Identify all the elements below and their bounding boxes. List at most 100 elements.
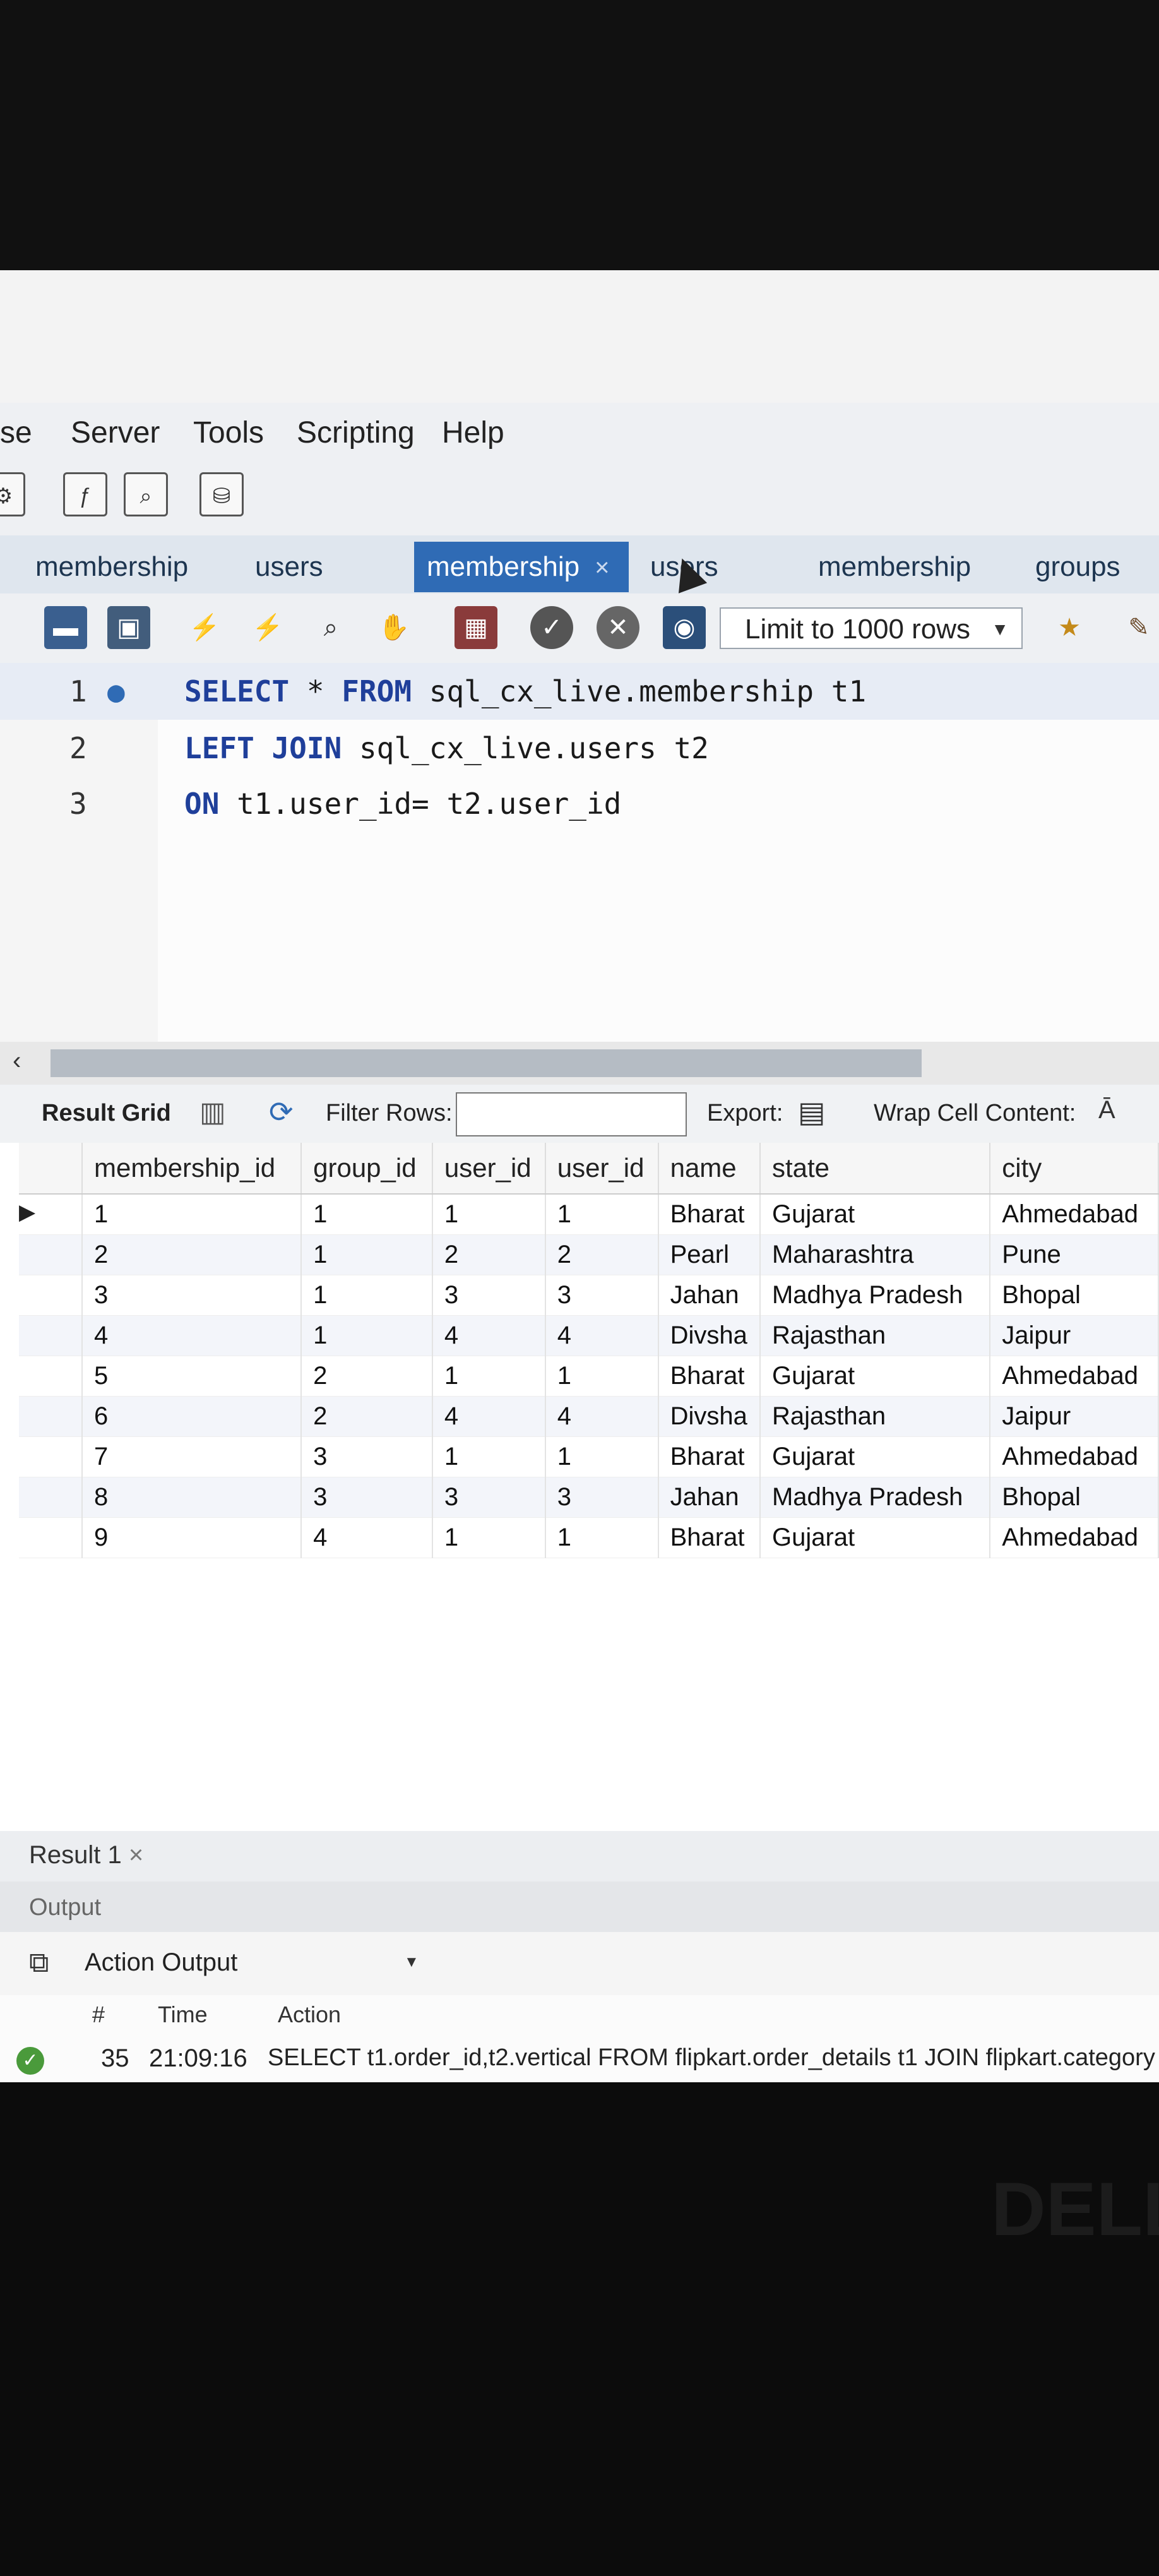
grid-cell[interactable]: 4 [82,1315,302,1356]
grid-cell[interactable]: 1 [545,1356,659,1397]
save-icon[interactable]: ▣ [107,606,150,649]
grid-cell[interactable]: 1 [301,1234,433,1275]
grid-cell[interactable]: Bharat [658,1436,761,1477]
grid-cell[interactable]: Jahan [658,1275,761,1316]
wrap-cell-icon[interactable]: Ā [1098,1096,1115,1124]
column-header[interactable]: user_id [432,1143,546,1195]
column-header[interactable]: name [658,1143,761,1195]
action-output-select[interactable]: Action Output [85,1948,237,1977]
table-row[interactable]: 2 1 2 2 Pearl Maharashtra Pune [19,1234,1159,1275]
limit-rows-select[interactable]: Limit to 1000 rows ▼ [720,607,1023,649]
filter-rows-input[interactable] [456,1092,687,1136]
grid-cell[interactable]: Rajasthan [759,1396,991,1437]
chevron-down-icon[interactable]: ▼ [404,1953,419,1971]
grid-cell[interactable]: 1 [545,1517,659,1558]
grid-cell[interactable]: Bhopal [990,1477,1159,1518]
grid-cell[interactable]: 2 [301,1356,433,1397]
explain-icon[interactable]: ⌕ [309,606,352,649]
grid-cell[interactable]: 3 [545,1477,659,1518]
inspector-icon[interactable]: ⌕ [124,472,168,516]
row-marker[interactable] [19,1194,83,1235]
tab-close-icon[interactable]: × [595,554,609,581]
grid-cell[interactable]: 4 [301,1517,433,1558]
grid-cell[interactable]: Gujarat [759,1436,991,1477]
row-marker[interactable] [19,1275,83,1316]
grid-cell[interactable]: 8 [82,1477,302,1518]
execute-icon[interactable]: ⚡ [183,606,226,649]
row-marker[interactable] [19,1315,83,1356]
export-icon[interactable]: ▤ [798,1095,825,1129]
tab-membership-1[interactable]: membership [23,542,201,592]
toggle-icon[interactable]: ▦ [455,606,497,649]
grid-cell[interactable]: 3 [301,1477,433,1518]
grid-cell[interactable]: Ahmedabad [990,1356,1159,1397]
grid-cell[interactable]: 1 [545,1436,659,1477]
grid-cell[interactable]: 5 [82,1356,302,1397]
menu-item-scripting[interactable]: Scripting [297,415,415,450]
table-row[interactable]: 5 2 1 1 Bharat Gujarat Ahmedabad [19,1356,1159,1397]
row-marker[interactable] [19,1477,83,1518]
grid-cell[interactable]: Divsha [658,1315,761,1356]
grid-cell[interactable]: 1 [545,1194,659,1235]
grid-cell[interactable]: 1 [432,1356,546,1397]
grid-cell[interactable]: 6 [82,1396,302,1437]
grid-cell[interactable]: 1 [301,1275,433,1316]
grid-cell[interactable]: Rajasthan [759,1315,991,1356]
sql-editor[interactable]: 1 ● 2 3 SELECT * FROM sql_cx_live.member… [0,663,1159,1042]
row-marker[interactable] [19,1396,83,1437]
table-row[interactable]: 7 3 1 1 Bharat Gujarat Ahmedabad [19,1436,1159,1477]
table-row[interactable]: 6 2 4 4 Divsha Rajasthan Jaipur [19,1396,1159,1437]
grid-cell[interactable]: 7 [82,1436,302,1477]
grid-cell[interactable]: Bharat [658,1356,761,1397]
result-grid-label[interactable]: Result Grid [42,1100,171,1127]
table-row[interactable]: 3 1 3 3 Jahan Madhya Pradesh Bhopal [19,1275,1159,1316]
grid-cell[interactable]: Jaipur [990,1396,1159,1437]
column-header[interactable]: city [990,1143,1159,1195]
table-row[interactable]: 9 4 1 1 Bharat Gujarat Ahmedabad [19,1517,1159,1558]
table-row[interactable]: 1 1 1 1 Bharat Gujarat Ahmedabad [19,1194,1159,1235]
grid-cell[interactable]: Madhya Pradesh [759,1477,991,1518]
grid-cell[interactable]: 1 [301,1194,433,1235]
function-icon[interactable]: ƒ [63,472,107,516]
grid-cell[interactable]: Bharat [658,1517,761,1558]
rollback-icon[interactable]: ✕ [597,606,639,649]
scroll-left-icon[interactable]: ‹ [13,1047,21,1075]
grid-cell[interactable]: 3 [432,1275,546,1316]
grid-cell[interactable]: Bhopal [990,1275,1159,1316]
log-row[interactable]: ✓ 35 21:09:16 SELECT t1.order_id,t2.vertica… [0,2039,1159,2082]
menu-item-server[interactable]: Server [71,415,160,450]
grid-cell[interactable]: 3 [432,1477,546,1518]
table-row[interactable]: 4 1 4 4 Divsha Rajasthan Jaipur [19,1315,1159,1356]
grid-cell[interactable]: 2 [82,1234,302,1275]
grid-cell[interactable]: Gujarat [759,1517,991,1558]
tab-membership-3[interactable]: membership [805,542,984,592]
grid-cell[interactable]: 4 [545,1396,659,1437]
output-copy-icon[interactable]: ⧉ [29,1947,49,1979]
grid-cell[interactable]: 2 [432,1234,546,1275]
grid-cell[interactable]: 4 [432,1315,546,1356]
grid-cell[interactable]: Gujarat [759,1356,991,1397]
database-search-icon[interactable]: ⛁ [199,472,244,516]
commit-icon[interactable]: ✓ [530,606,573,649]
table-row[interactable]: 8 3 3 3 Jahan Madhya Pradesh Bhopal [19,1477,1159,1518]
open-folder-icon[interactable]: ▬ [44,606,87,649]
stop-icon[interactable]: ✋ [372,606,415,649]
column-header[interactable]: user_id [545,1143,659,1195]
row-marker[interactable] [19,1517,83,1558]
grid-cell[interactable]: 3 [301,1436,433,1477]
grid-cell[interactable]: Gujarat [759,1194,991,1235]
grid-cell[interactable]: Pune [990,1234,1159,1275]
refresh-icon[interactable]: ⟳ [269,1095,294,1129]
grid-cell[interactable]: Divsha [658,1396,761,1437]
grid-cell[interactable]: 4 [545,1315,659,1356]
result-tab[interactable]: Result 1 × [29,1841,143,1869]
grid-view-icon[interactable]: ▥ [199,1096,226,1128]
column-header[interactable]: state [759,1143,991,1195]
menu-item-tools[interactable]: Tools [193,415,264,450]
row-marker[interactable] [19,1436,83,1477]
row-marker[interactable] [19,1356,83,1397]
new-connection-icon[interactable]: ⚙ [0,472,25,516]
tab-users-1[interactable]: users [242,542,336,592]
grid-cell[interactable]: Ahmedabad [990,1436,1159,1477]
grid-cell[interactable]: 2 [545,1234,659,1275]
